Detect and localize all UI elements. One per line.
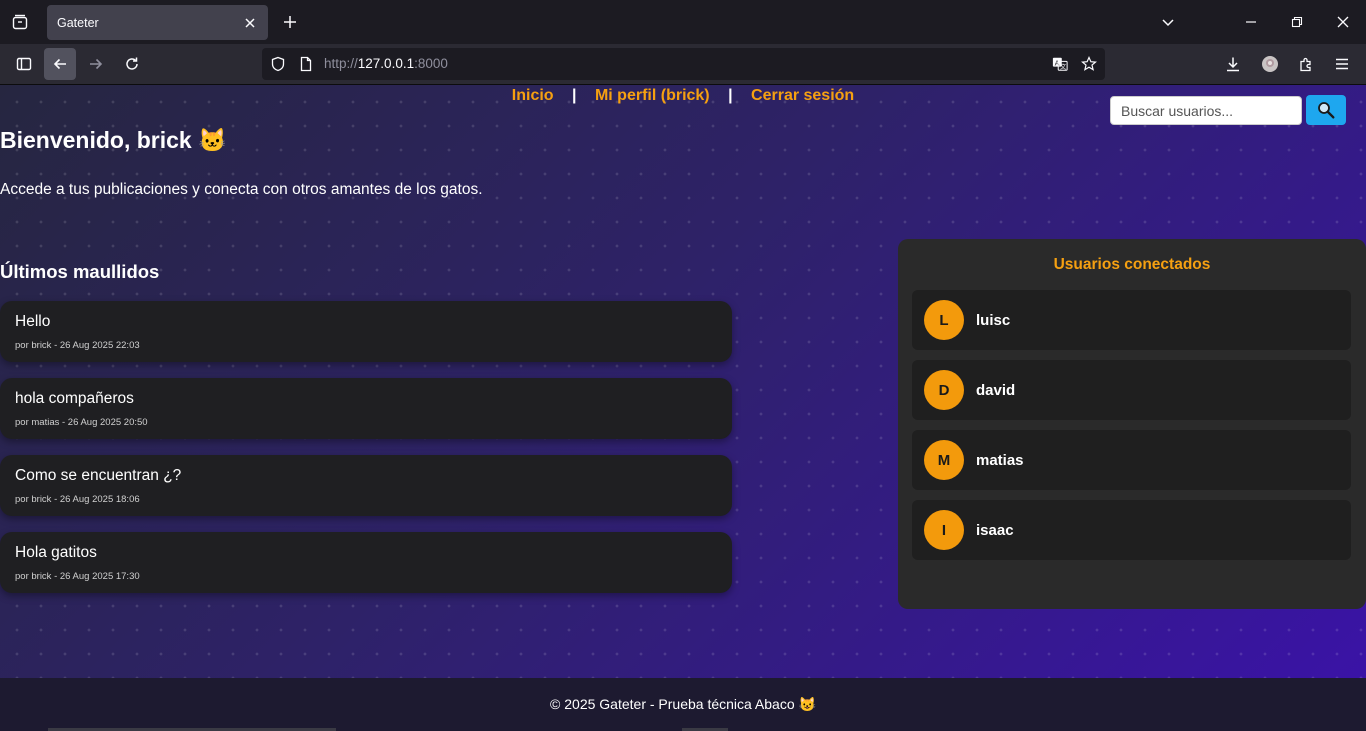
tab-bar: Gateter xyxy=(0,0,1366,44)
extensions-icon[interactable] xyxy=(1290,48,1322,80)
url-scheme: http:// xyxy=(324,56,358,71)
search-icon xyxy=(1318,102,1335,119)
footer-text: © 2025 Gateter - Prueba técnica Abaco 😺 xyxy=(550,696,816,712)
svg-text:文: 文 xyxy=(1060,63,1067,71)
download-icon[interactable] xyxy=(1217,48,1249,80)
minimize-icon[interactable] xyxy=(1239,10,1263,34)
chevron-down-icon[interactable] xyxy=(1156,10,1180,34)
post-card[interactable]: hola compañeros por matias - 26 Aug 2025… xyxy=(0,378,732,439)
post-meta: por brick - 26 Aug 2025 22:03 xyxy=(15,340,140,351)
forward-icon[interactable] xyxy=(80,48,112,80)
online-users-panel: Usuarios conectados L luisc D david M ma… xyxy=(898,239,1366,609)
username: matias xyxy=(976,451,1024,469)
post-card[interactable]: Hello por brick - 26 Aug 2025 22:03 xyxy=(0,301,732,362)
tab-list-icon[interactable] xyxy=(8,10,32,34)
navigation-toolbar: http://127.0.0.1:8000 A文 xyxy=(0,44,1366,85)
post-text: Como se encuentran ¿? xyxy=(15,467,182,484)
search-button[interactable] xyxy=(1306,95,1346,125)
url-bar[interactable]: http://127.0.0.1:8000 A文 xyxy=(262,48,1105,80)
user-item[interactable]: M matias xyxy=(912,430,1351,490)
url-text: http://127.0.0.1:8000 xyxy=(324,56,448,71)
post-card[interactable]: Hola gatitos por brick - 26 Aug 2025 17:… xyxy=(0,532,732,593)
post-meta: por brick - 26 Aug 2025 18:06 xyxy=(15,494,140,505)
user-item[interactable]: I isaac xyxy=(912,500,1351,560)
post-card[interactable]: Como se encuentran ¿? por brick - 26 Aug… xyxy=(0,455,732,516)
avatar: L xyxy=(924,300,964,340)
tab-title: Gateter xyxy=(57,15,99,30)
restore-icon[interactable] xyxy=(1285,10,1309,34)
online-users-list: L luisc D david M matias I isaac xyxy=(912,290,1351,570)
window-close-icon[interactable] xyxy=(1331,10,1355,34)
back-icon[interactable] xyxy=(44,48,76,80)
welcome-title: Bienvenido, brick 🐱 xyxy=(0,127,227,153)
nav-link-home[interactable]: Inicio xyxy=(512,87,554,104)
username: isaac xyxy=(976,521,1014,539)
page-footer: © 2025 Gateter - Prueba técnica Abaco 😺 xyxy=(0,678,1366,731)
shield-icon[interactable] xyxy=(270,56,286,72)
close-icon[interactable] xyxy=(242,15,258,31)
user-item[interactable]: D david xyxy=(912,360,1351,420)
posts-list: Hello por brick - 26 Aug 2025 22:03 hola… xyxy=(0,301,732,609)
browser-tab[interactable]: Gateter xyxy=(47,5,268,40)
reload-icon[interactable] xyxy=(116,48,148,80)
search-users-input[interactable] xyxy=(1110,96,1302,125)
page-content: Inicio | Mi perfil (brick) | Cerrar sesi… xyxy=(0,85,1366,678)
post-text: Hola gatitos xyxy=(15,544,97,561)
post-meta: por brick - 26 Aug 2025 17:30 xyxy=(15,571,140,582)
avatar: I xyxy=(924,510,964,550)
url-host: 127.0.0.1 xyxy=(357,56,415,71)
page-icon[interactable] xyxy=(298,56,314,72)
nav-link-logout[interactable]: Cerrar sesión xyxy=(751,87,854,104)
url-port: :8000 xyxy=(414,56,448,71)
svg-text:A: A xyxy=(1055,58,1060,67)
welcome-subtitle: Accede a tus publicaciones y conecta con… xyxy=(0,181,483,198)
nav-separator: | xyxy=(728,87,733,104)
nav-separator: | xyxy=(572,87,577,104)
post-meta: por matias - 26 Aug 2025 20:50 xyxy=(15,417,148,428)
star-icon[interactable] xyxy=(1081,56,1097,72)
translate-icon[interactable]: A文 xyxy=(1052,56,1068,72)
menu-icon[interactable] xyxy=(1326,48,1358,80)
plus-icon[interactable] xyxy=(278,10,302,34)
nav-link-profile[interactable]: Mi perfil (brick) xyxy=(595,87,710,104)
username: luisc xyxy=(976,311,1011,329)
user-item[interactable]: L luisc xyxy=(912,290,1351,350)
online-users-title: Usuarios conectados xyxy=(1053,256,1211,273)
sidebar-icon[interactable] xyxy=(8,48,40,80)
posts-section-title: Últimos maullidos xyxy=(0,261,160,282)
post-text: hola compañeros xyxy=(15,390,134,407)
post-text: Hello xyxy=(15,313,51,330)
avatar: D xyxy=(924,370,964,410)
avatar: M xyxy=(924,440,964,480)
account-icon[interactable] xyxy=(1254,48,1286,80)
username: david xyxy=(976,381,1016,399)
